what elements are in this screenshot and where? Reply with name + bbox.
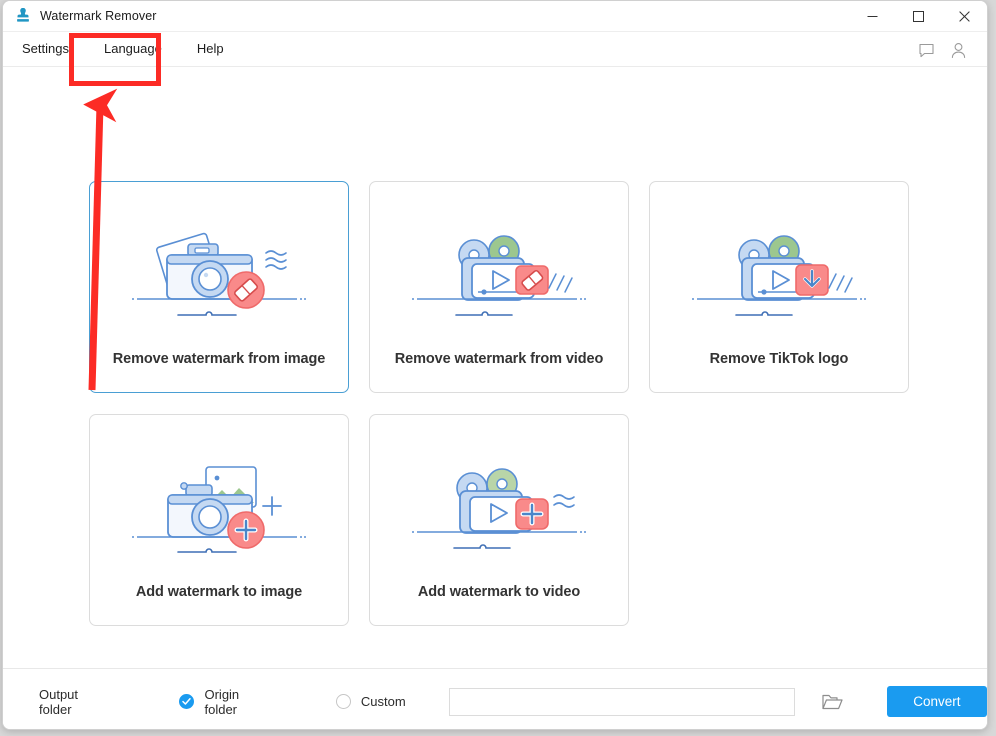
menu-item-help[interactable]: Help (189, 38, 232, 60)
card-label: Remove watermark from video (394, 351, 604, 367)
card-label: Remove watermark from image (112, 351, 326, 367)
camera-plus-icon (124, 453, 314, 565)
minimize-button[interactable] (849, 1, 895, 32)
video-plus-icon (404, 453, 594, 565)
feedback-icon[interactable] (915, 39, 937, 61)
close-button[interactable] (941, 1, 987, 32)
menu-item-language[interactable]: Language (96, 38, 170, 60)
minimize-icon (867, 16, 877, 17)
output-folder-label: Output folder (39, 686, 79, 717)
close-icon (958, 11, 970, 22)
radio-origin-folder-indicator[interactable] (179, 694, 195, 709)
radio-origin-folder-label: Origin folder (204, 686, 240, 717)
card-remove-watermark-from-video[interactable]: Remove watermark from video (369, 181, 629, 393)
stamp-icon (15, 8, 31, 24)
card-add-watermark-to-image[interactable]: Add watermark to image (89, 414, 349, 626)
card-label: Add watermark to image (135, 584, 303, 600)
title-bar: Watermark Remover (3, 1, 987, 32)
radio-custom-folder-label: Custom (360, 694, 406, 709)
folder-open-icon[interactable] (821, 690, 844, 714)
mode-card-grid: Remove watermark from image Remove water… (89, 181, 909, 626)
maximize-button[interactable] (895, 1, 941, 32)
account-icon[interactable] (947, 39, 969, 61)
menu-item-settings[interactable]: Settings (14, 38, 77, 60)
video-download-icon (684, 220, 874, 332)
app-window: Watermark Remover Settings Language Help (2, 0, 988, 730)
custom-path-input[interactable] (448, 687, 795, 716)
check-icon (182, 698, 192, 705)
menu-bar: Settings Language Help (3, 32, 987, 67)
main-content: Remove watermark from image Remove water… (3, 67, 987, 668)
card-remove-watermark-from-image[interactable]: Remove watermark from image (89, 181, 349, 393)
radio-custom-folder-indicator[interactable] (335, 694, 351, 709)
maximize-icon (912, 11, 924, 22)
card-remove-tiktok-logo[interactable]: Remove TikTok logo (649, 181, 909, 393)
window-title: Watermark Remover (40, 9, 157, 23)
radio-custom-folder[interactable]: Custom (335, 694, 406, 709)
card-label: Remove TikTok logo (709, 351, 849, 367)
card-add-watermark-to-video[interactable]: Add watermark to video (369, 414, 629, 626)
convert-button[interactable]: Convert (886, 686, 987, 717)
video-eraser-icon (404, 220, 594, 332)
camera-eraser-icon (124, 220, 314, 332)
radio-origin-folder[interactable]: Origin folder (179, 687, 271, 717)
card-label: Add watermark to video (417, 584, 581, 600)
bottom-bar: Output folder Origin folder Custom Conve… (3, 668, 987, 729)
